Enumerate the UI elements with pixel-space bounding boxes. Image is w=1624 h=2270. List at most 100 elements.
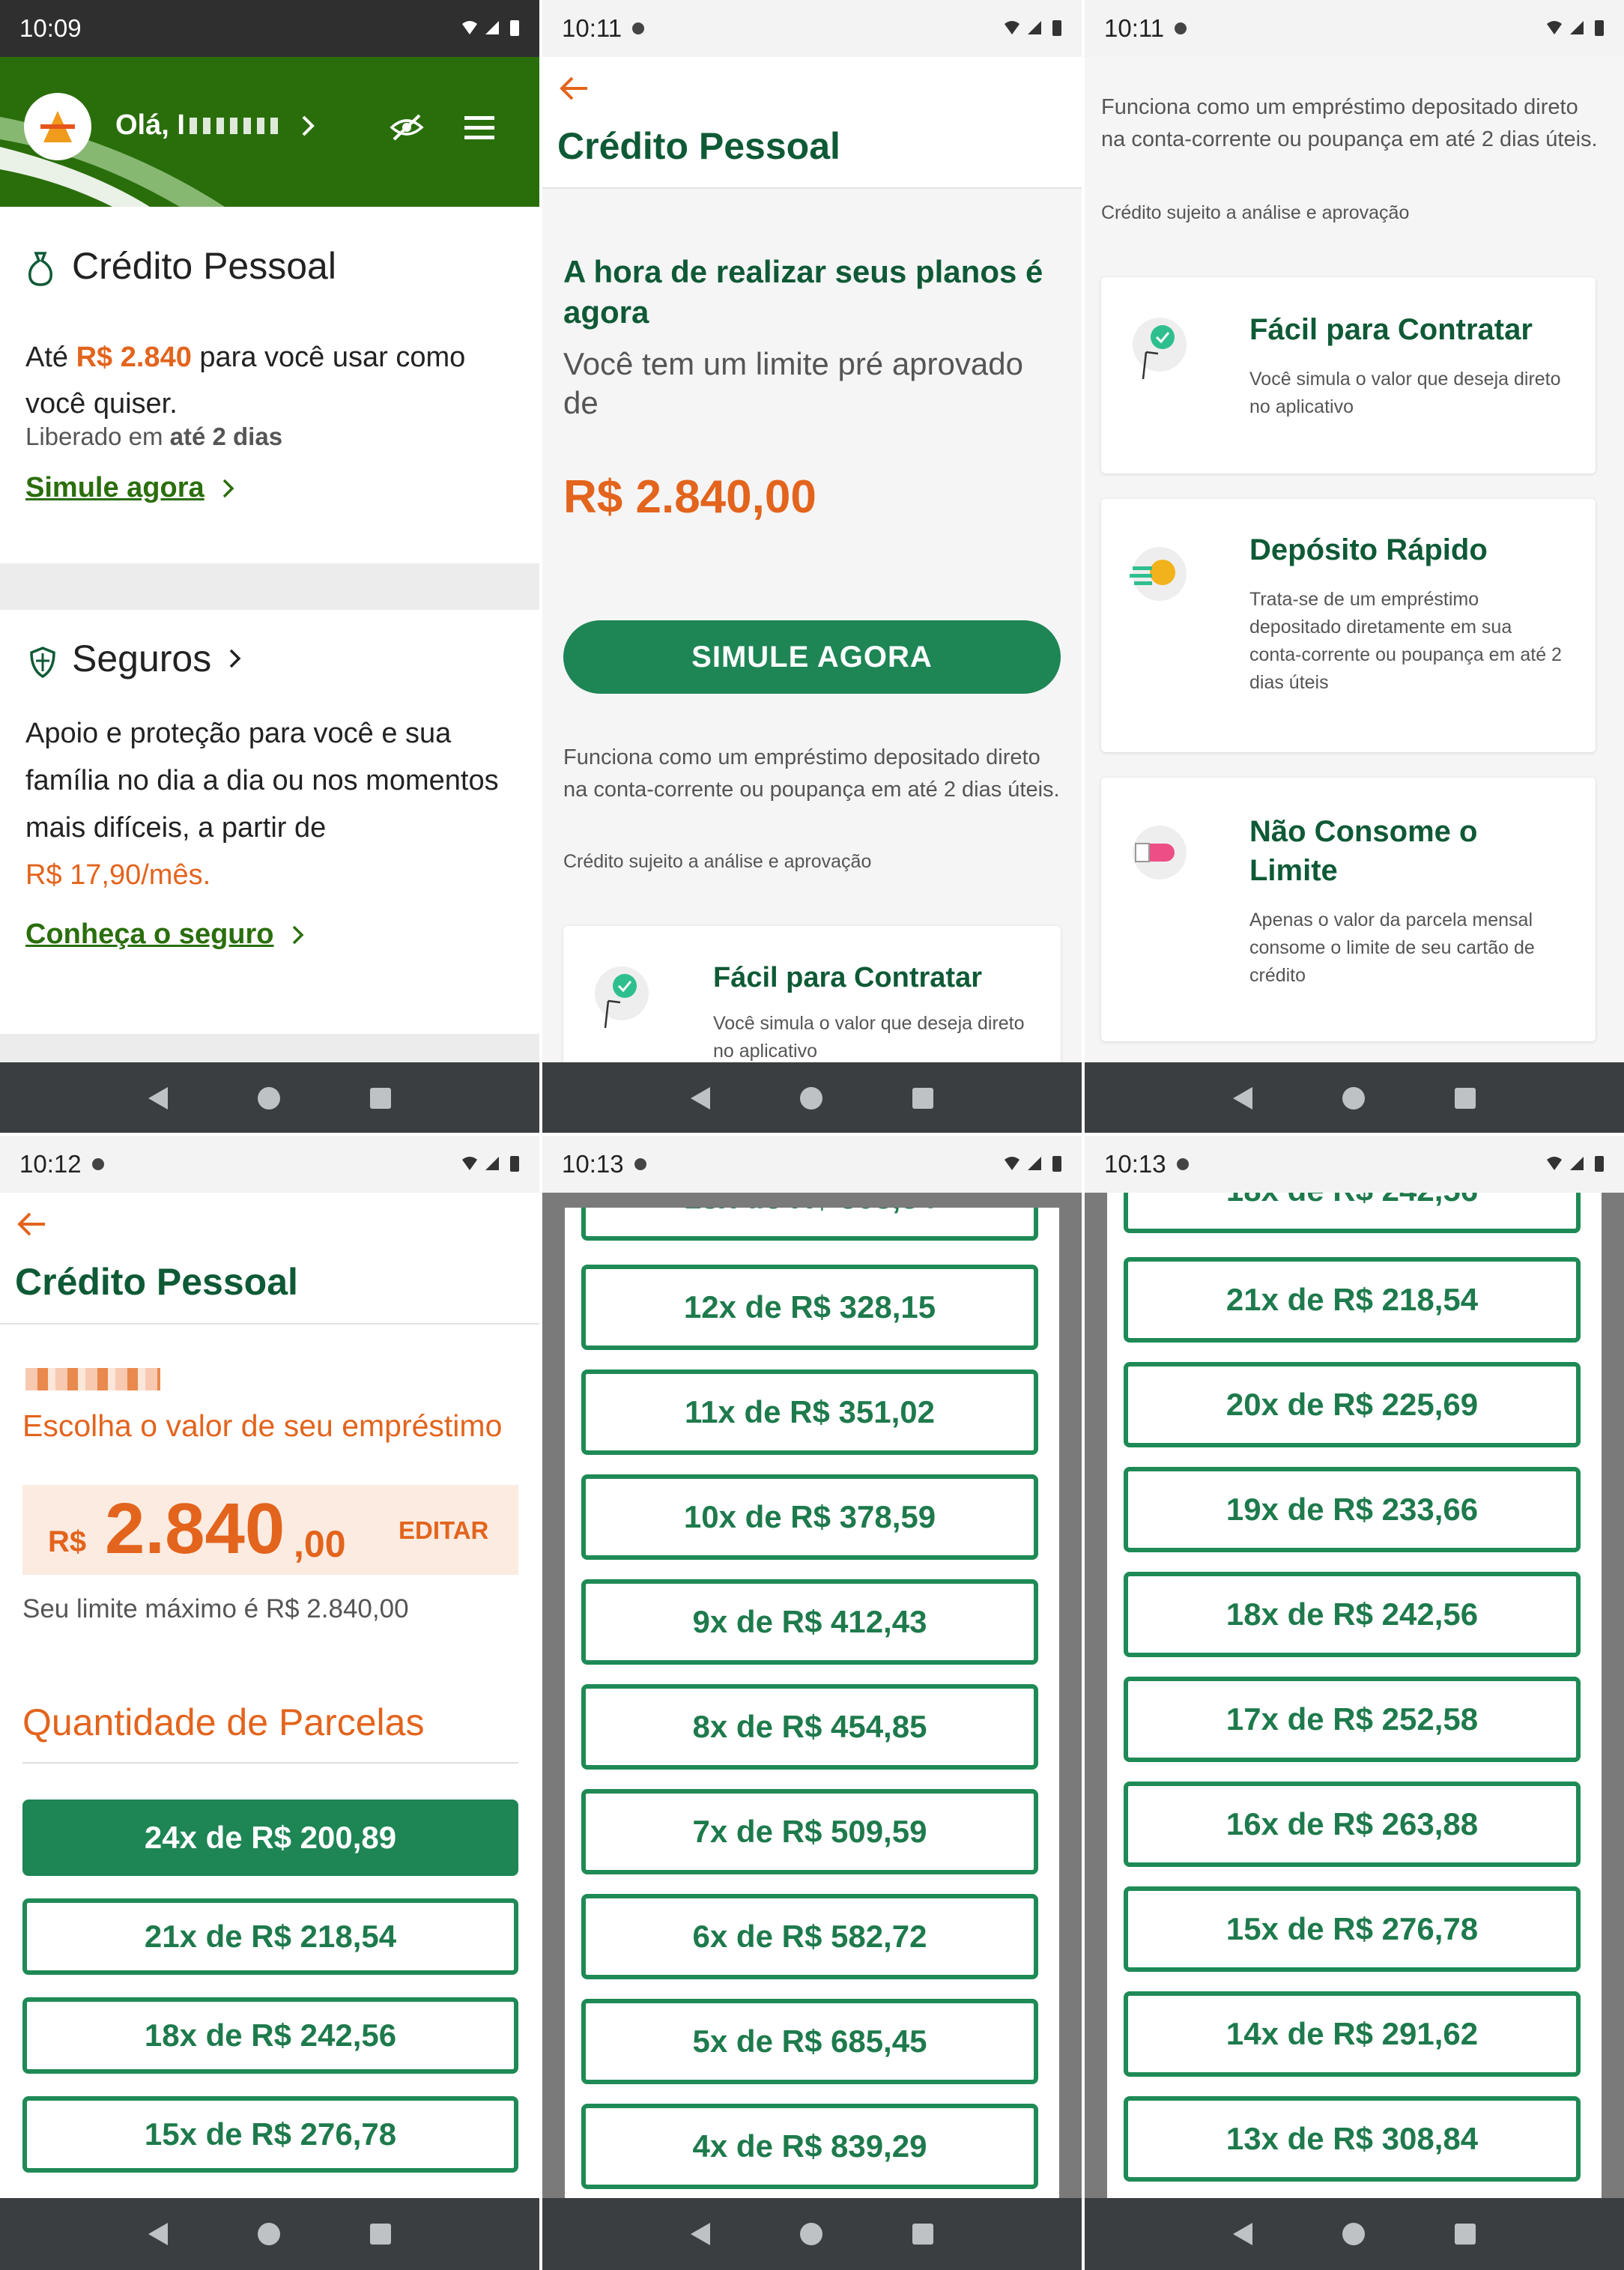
limit-subtitle: Você tem um limite pré aprovado de — [563, 346, 1023, 420]
back-arrow-icon[interactable] — [557, 73, 590, 103]
brand-logo[interactable] — [24, 93, 91, 160]
signal-icon — [1028, 1157, 1041, 1170]
installment-option[interactable]: 18x de R$ 242,56 — [1124, 1572, 1581, 1657]
installment-option[interactable]: 17x de R$ 252,58 — [1124, 1677, 1581, 1762]
installment-option[interactable]: 21x de R$ 218,54 — [1124, 1257, 1581, 1343]
menu-icon[interactable] — [463, 114, 496, 142]
installment-option[interactable]: 15x de R$ 276,78 — [22, 2096, 518, 2173]
installment-option-partial[interactable]: 18x de R$ 242,56 — [1124, 1193, 1581, 1233]
status-time: 10:11 — [1104, 14, 1165, 42]
installment-label: 21x de R$ 218,54 — [1225, 1282, 1479, 1317]
credito-title: Crédito Pessoal — [72, 245, 336, 287]
installment-option[interactable]: 16x de R$ 263,88 — [1124, 1782, 1581, 1867]
status-icons — [1546, 1154, 1608, 1173]
nav-recents-icon[interactable] — [370, 1088, 391, 1109]
installment-label: 13x de R$ 308,84 — [1225, 2121, 1479, 2156]
panel-loan: 10:12 Crédito Pessoal Escolha o valor de… — [0, 1136, 539, 2270]
battery-icon — [1052, 1156, 1061, 1172]
back-arrow-icon[interactable] — [15, 1209, 48, 1239]
battery-icon — [1052, 20, 1061, 36]
nav-back-icon[interactable] — [148, 1087, 168, 1110]
choose-amount-label: Escolha o valor de seu empréstimo — [22, 1408, 503, 1443]
nav-back-icon[interactable] — [1233, 1087, 1252, 1110]
installment-label: 8x de R$ 454,85 — [692, 1709, 927, 1744]
notification-icon — [632, 22, 645, 34]
installment-label: 11x de R$ 351,02 — [685, 1394, 935, 1429]
installment-label: 4x de R$ 839,29 — [692, 2128, 927, 2164]
installment-option[interactable]: 24x de R$ 200,89 — [22, 1800, 518, 1876]
credito-amount: R$ 2.840 — [76, 342, 192, 373]
simule-agora-link[interactable]: Simule agora — [25, 472, 236, 504]
battery-icon — [510, 20, 519, 36]
nav-back-icon[interactable] — [148, 2223, 168, 2245]
nav-recents-icon[interactable] — [1455, 2224, 1476, 2245]
credito-section: Crédito Pessoal Até R$ 2.840 para você u… — [0, 207, 539, 563]
preapproved-amount: R$ 2.840,00 — [563, 471, 816, 523]
greeting[interactable]: Olá, I — [115, 109, 317, 142]
installment-label: 24x de R$ 200,89 — [144, 1820, 397, 1855]
edit-amount-button[interactable]: EDITAR — [399, 1516, 488, 1545]
installment-option[interactable]: 4x de R$ 839,29 — [581, 2104, 1038, 2189]
panel-installment-picker: 10:13 13x de R$ 308,84 12x de R$ 328,15 … — [542, 1136, 1082, 2270]
seguros-title-link[interactable]: Seguros — [72, 637, 243, 680]
headline: A hora de realizar seus planos é agora — [563, 254, 1043, 330]
installment-label: 20x de R$ 225,69 — [1225, 1387, 1479, 1422]
nav-recents-icon[interactable] — [912, 2224, 933, 2245]
nav-back-icon[interactable] — [691, 1087, 710, 1110]
installment-option[interactable]: 21x de R$ 218,54 — [22, 1898, 518, 1975]
installment-option[interactable]: 13x de R$ 308,84 — [1124, 2096, 1581, 2182]
installment-option[interactable]: 15x de R$ 276,78 — [1124, 1886, 1581, 1972]
nav-recents-icon[interactable] — [1455, 1088, 1476, 1109]
wifi-icon — [462, 1157, 477, 1170]
signal-icon — [485, 21, 499, 34]
installment-option[interactable]: 11x de R$ 351,02 — [581, 1369, 1038, 1455]
section-divider — [0, 563, 539, 610]
nav-back-icon[interactable] — [1233, 2223, 1252, 2245]
installment-option[interactable]: 20x de R$ 225,69 — [1124, 1362, 1581, 1447]
nav-home-icon[interactable] — [800, 2223, 822, 2245]
conheca-seguro-link[interactable]: Conheça o seguro — [25, 918, 306, 951]
installment-option[interactable]: 9x de R$ 412,43 — [581, 1579, 1038, 1665]
installment-option-partial[interactable]: 13x de R$ 308,84 — [581, 1208, 1038, 1241]
signal-icon — [1570, 21, 1584, 34]
simule-agora-label: Simule agora — [25, 472, 204, 503]
installment-option[interactable]: 5x de R$ 685,45 — [581, 1999, 1038, 2084]
installment-option[interactable]: 10x de R$ 378,59 — [581, 1474, 1038, 1560]
installment-label: 13x de R$ 308,84 — [684, 1208, 936, 1216]
nav-home-icon[interactable] — [1342, 1087, 1365, 1110]
installment-label: 10x de R$ 378,59 — [683, 1499, 936, 1534]
conheca-seguro-label: Conheça o seguro — [25, 918, 274, 950]
installment-label: 15x de R$ 276,78 — [144, 2116, 397, 2152]
installment-label: 5x de R$ 685,45 — [692, 2024, 927, 2059]
status-icons — [461, 18, 523, 37]
installment-option[interactable]: 19x de R$ 233,66 — [1124, 1467, 1581, 1552]
installment-option[interactable]: 18x de R$ 242,56 — [22, 1997, 518, 2074]
nav-recents-icon[interactable] — [370, 2224, 391, 2245]
nav-recents-icon[interactable] — [912, 1088, 933, 1109]
installment-option[interactable]: 8x de R$ 454,85 — [581, 1684, 1038, 1770]
coin-deposit-icon — [1130, 547, 1187, 601]
eye-off-icon[interactable] — [390, 112, 424, 142]
seguros-section: Seguros Apoio e proteção para você e sua… — [0, 610, 539, 1067]
installment-label: 21x de R$ 218,54 — [144, 1919, 397, 1954]
installment-option[interactable]: 7x de R$ 509,59 — [581, 1789, 1038, 1874]
nav-home-icon[interactable] — [1342, 2223, 1365, 2245]
nav-home-icon[interactable] — [258, 1087, 280, 1110]
installment-option[interactable]: 6x de R$ 582,72 — [581, 1894, 1038, 1979]
simule-agora-button[interactable]: SIMULE AGORA — [563, 620, 1061, 694]
app-bar: Crédito Pessoal — [542, 57, 1082, 189]
feature-card: Depósito Rápido Trata-se de um empréstim… — [1101, 499, 1596, 752]
notification-icon — [91, 1158, 104, 1170]
nav-back-icon[interactable] — [691, 2223, 710, 2245]
installment-option[interactable]: 14x de R$ 291,62 — [1124, 1991, 1581, 2077]
system-nav-bar — [1085, 1062, 1624, 1133]
nav-home-icon[interactable] — [258, 2223, 280, 2245]
nav-home-icon[interactable] — [800, 1087, 822, 1110]
wifi-icon — [1005, 1157, 1019, 1170]
system-nav-bar — [542, 1062, 1082, 1133]
installment-label: 15x de R$ 276,78 — [1225, 1911, 1479, 1946]
installment-label: 16x de R$ 263,88 — [1225, 1806, 1479, 1841]
status-time: 10:09 — [19, 14, 82, 42]
notification-icon — [1176, 1158, 1189, 1170]
installment-option[interactable]: 12x de R$ 328,15 — [581, 1265, 1038, 1350]
